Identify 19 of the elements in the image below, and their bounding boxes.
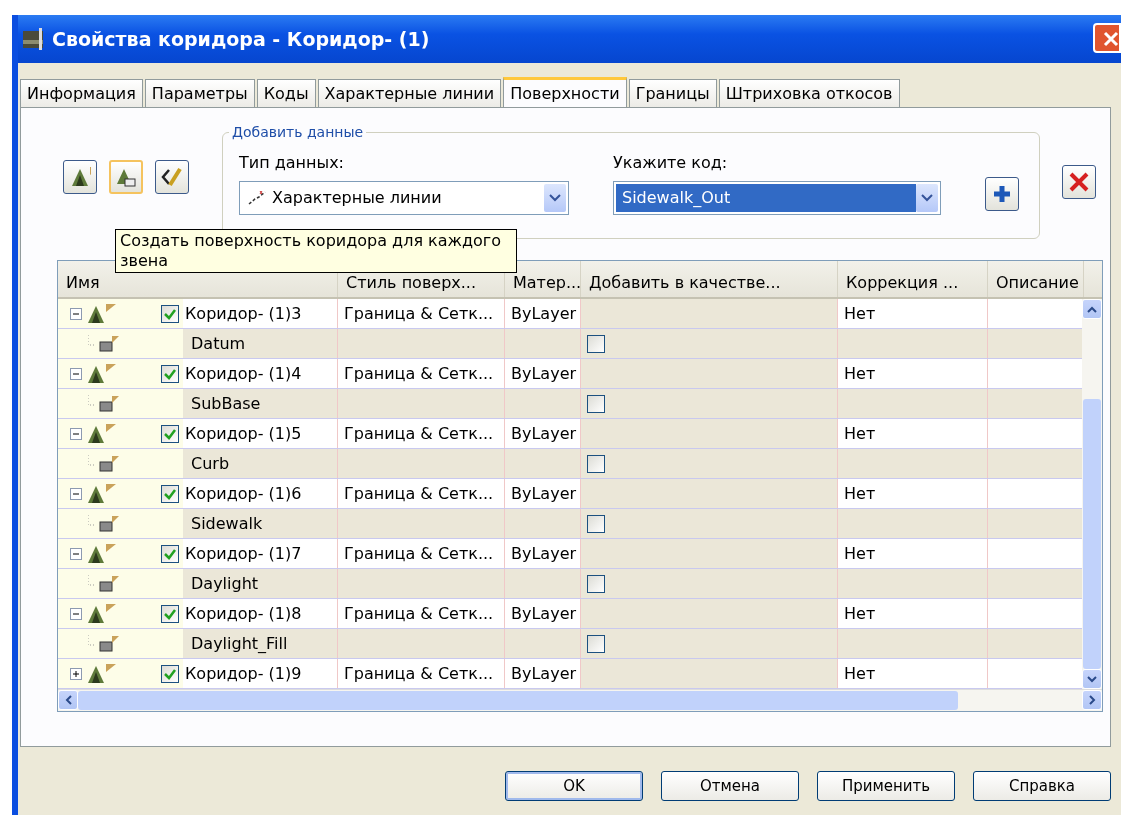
table-cell: Коридор- (1)3 [183,299,338,328]
table-cell: Коридор- (1)9 [183,659,338,688]
window-title: Свойства коридора - Коридор- (1) [52,26,430,52]
table-cell: Коридор- (1)6 [183,479,338,508]
table-cell: Daylight [183,569,338,598]
field-label: Тип данных: [239,152,345,174]
table-cell: Daylight_Fill [183,629,338,658]
table-cell: Коридор- (1)7 [183,539,338,568]
tooltip: Создать поверхность коридора для каждого звена [115,229,517,273]
table-cell: Datum [183,329,338,358]
table-cell: Коридор- (1)8 [183,599,338,628]
table-cell: Sidewalk [183,509,338,538]
table-cell: Коридор- (1)5 [183,419,338,448]
dropdown-value: Характерные линии [272,187,442,209]
table-cell: Коридор- (1)4 [183,359,338,388]
table-cell: SubBase [183,389,338,418]
table-cell: Curb [183,449,338,478]
dropdown-value: Sidewalk_Out [622,187,731,209]
field-label: Укажите код: [613,152,729,174]
